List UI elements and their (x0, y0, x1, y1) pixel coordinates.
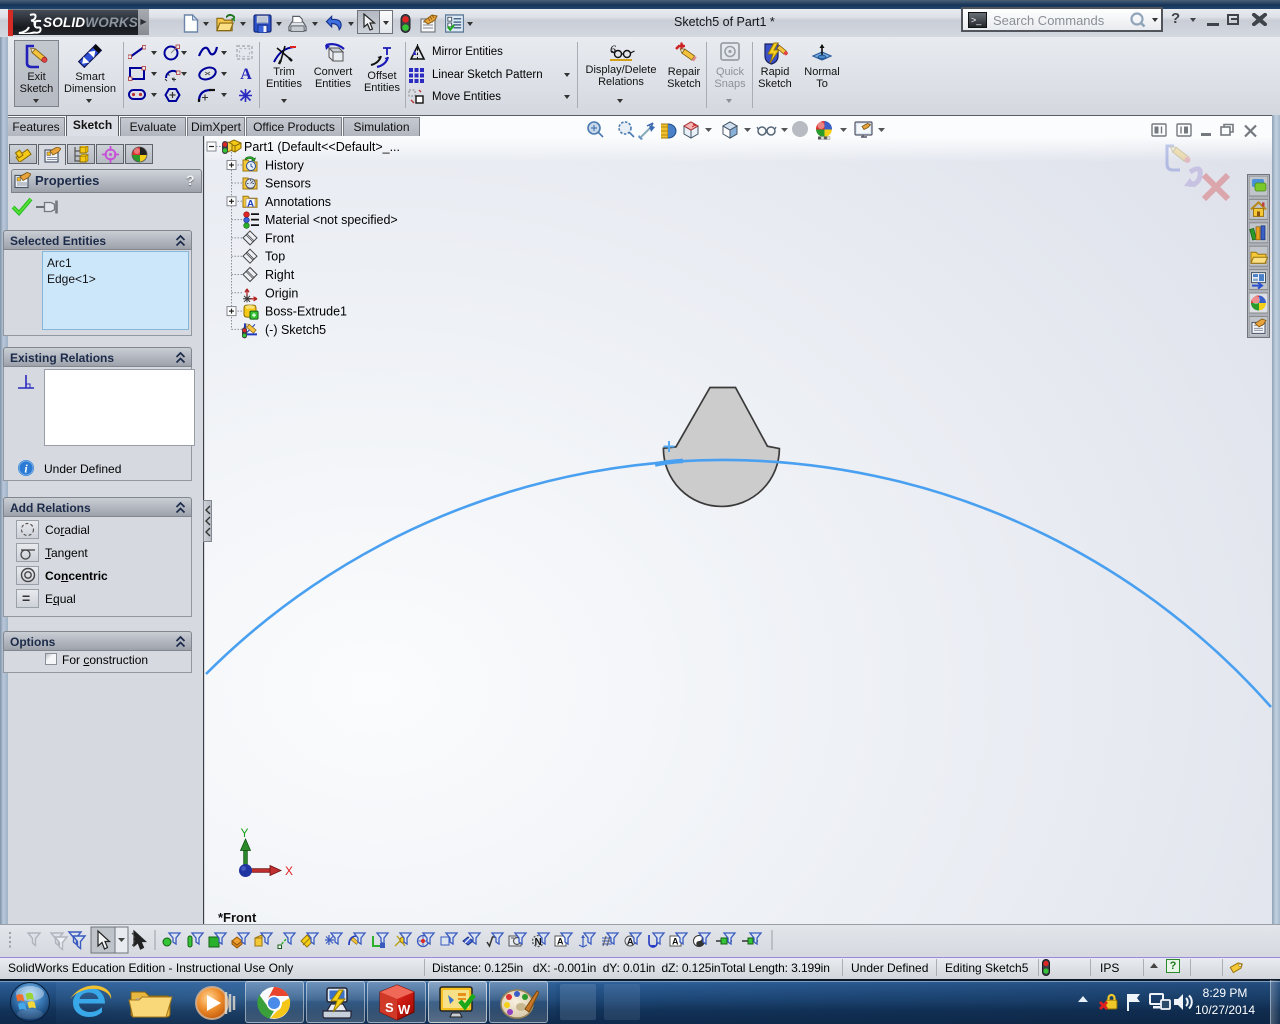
svg-text:Material <not specified>: Material <not specified> (265, 213, 398, 227)
svg-text:Y: Y (241, 826, 249, 840)
svg-text:Right: Right (265, 268, 295, 282)
svg-text:Part1 (Default<<Default>_...: Part1 (Default<<Default>_... (244, 140, 400, 154)
svg-text:Origin: Origin (265, 286, 298, 300)
svg-text:Sensors: Sensors (265, 177, 311, 191)
svg-text:(-) Sketch5: (-) Sketch5 (265, 323, 326, 337)
svg-text:A: A (247, 198, 254, 209)
svg-text:A: A (672, 937, 679, 947)
svg-text:S: S (385, 1000, 394, 1015)
svg-text:A: A (627, 937, 634, 947)
svg-text:A: A (240, 66, 252, 82)
svg-text:History: History (265, 159, 305, 173)
svg-text:Boss-Extrude1: Boss-Extrude1 (265, 305, 347, 319)
svg-text:X: X (285, 864, 293, 878)
svg-text:N: N (535, 937, 542, 948)
svg-text:Annotations: Annotations (265, 195, 331, 209)
svg-text:Front: Front (265, 231, 295, 245)
svg-text:A: A (557, 937, 564, 947)
svg-text:W: W (398, 1002, 411, 1017)
svg-text:Top: Top (265, 250, 285, 264)
